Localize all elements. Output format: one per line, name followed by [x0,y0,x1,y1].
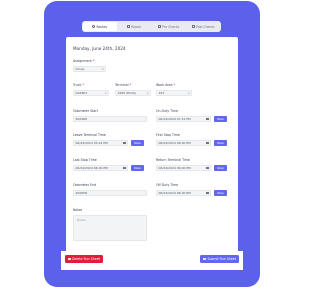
checklist-icon [158,25,162,28]
off-duty-time-label: Off Duty Time [156,183,179,187]
last-stop-now-button[interactable]: Now [131,165,144,171]
on-duty-time-label: On Duty Time [156,109,178,113]
leave-terminal-time-label: Leave Terminal Time [73,133,106,137]
tab-routes[interactable]: Routes [83,22,117,31]
return-terminal-time-label: Return Terminal Time [156,158,190,162]
chevron-down-icon: ▾ [102,67,104,71]
tab-label: Routes [96,24,108,29]
leave-terminal-now-button[interactable]: Now [131,140,144,146]
calendar-icon [206,117,209,121]
off-duty-time-value: 06/24/2024 06:00 PM [158,191,191,195]
checklist-icon [191,25,195,28]
odometer-end-value: 200658 [75,191,87,195]
leave-terminal-time-input[interactable]: 06/24/2024 05:44 PM [73,140,128,146]
off-duty-now-button[interactable]: Now [214,190,227,196]
terminal-value: 1580 (EGYA) [117,91,137,95]
last-stop-time-label: Last Stop Time [73,158,97,162]
truck-label: Truck * [73,83,85,87]
return-terminal-time-input[interactable]: 06/24/2024 06:00 PM [156,165,211,171]
delete-button-label: Delete Run Sheet [72,257,100,261]
terminal-label: Terminal * [115,83,132,87]
notes-label: Notes [73,208,83,212]
tab-post-checks[interactable]: Post Checks [187,22,221,31]
first-stop-now-button[interactable]: Now [214,140,227,146]
work-area-select[interactable]: 103 ▾ [156,90,192,96]
run-sheet-form: Monday, June 24th, 2024 Assignment * Dri… [66,37,238,253]
on-duty-time-input[interactable]: 06/24/2024 07:41 PM [156,116,211,122]
tab-label: Post Checks [195,24,215,29]
trash-icon [68,257,71,261]
form-footer: Delete Run Sheet Submit Run Sheet [61,251,243,270]
odometer-end-label: Odometer End [73,183,97,187]
calendar-icon [206,141,209,145]
chevron-down-icon: ▾ [147,91,149,95]
work-area-label: Work Area * [156,83,176,87]
submit-button-label: Submit Run Sheet [207,257,236,261]
calendar-icon [123,166,126,170]
odometer-end-input[interactable]: 200658 [73,190,147,196]
page-title: Monday, June 24th, 2024 [73,46,126,51]
tab-bar: Routes Repair Pre Checks Post Checks [82,21,221,32]
calendar-icon [206,191,209,195]
dollar-icon [127,25,131,28]
leave-terminal-time-value: 06/24/2024 05:44 PM [75,141,108,145]
on-duty-time-value: 06/24/2024 07:41 PM [158,117,191,121]
calendar-icon [206,166,209,170]
tab-pre-checks[interactable]: Pre Checks [152,22,186,31]
on-duty-now-button[interactable]: Now [214,116,227,122]
submit-run-sheet-button[interactable]: Submit Run Sheet [200,255,239,263]
tab-label: Pre Checks [162,24,180,29]
chevron-down-icon: ▾ [105,91,107,95]
assignment-label: Assignment * [73,59,95,63]
odometer-start-input[interactable]: 200486 [73,116,147,122]
odometer-start-label: Odometer Start [73,109,98,113]
return-terminal-time-value: 06/24/2024 06:00 PM [158,166,191,170]
first-stop-time-input[interactable]: 06/24/2024 06:00 PM [156,140,211,146]
assignment-value: Driver [75,67,85,71]
off-duty-time-input[interactable]: 06/24/2024 06:00 PM [156,190,211,196]
assignment-select[interactable]: Driver ▾ [73,66,106,72]
tab-label: Repair [131,24,142,29]
work-area-value: 103 [158,91,165,95]
terminal-select[interactable]: 1580 (EGYA) ▾ [115,90,151,96]
first-stop-time-value: 06/24/2024 06:00 PM [158,141,191,145]
last-stop-time-input[interactable]: 06/24/2024 06:00 PM [73,165,128,171]
chevron-down-icon: ▾ [188,91,190,95]
delete-run-sheet-button[interactable]: Delete Run Sheet [65,255,103,263]
save-icon [203,257,206,261]
clock-icon [92,25,96,28]
first-stop-time-label: First Stop Time [156,133,180,137]
notes-textarea[interactable]: Notes [73,215,147,241]
truck-select[interactable]: DLR801 ▾ [73,90,109,96]
tab-repair[interactable]: Repair [118,22,152,31]
calendar-icon [123,141,126,145]
truck-value: DLR801 [75,91,88,95]
odometer-start-value: 200486 [75,117,87,121]
last-stop-time-value: 06/24/2024 06:00 PM [75,166,108,170]
return-terminal-now-button[interactable]: Now [214,165,227,171]
